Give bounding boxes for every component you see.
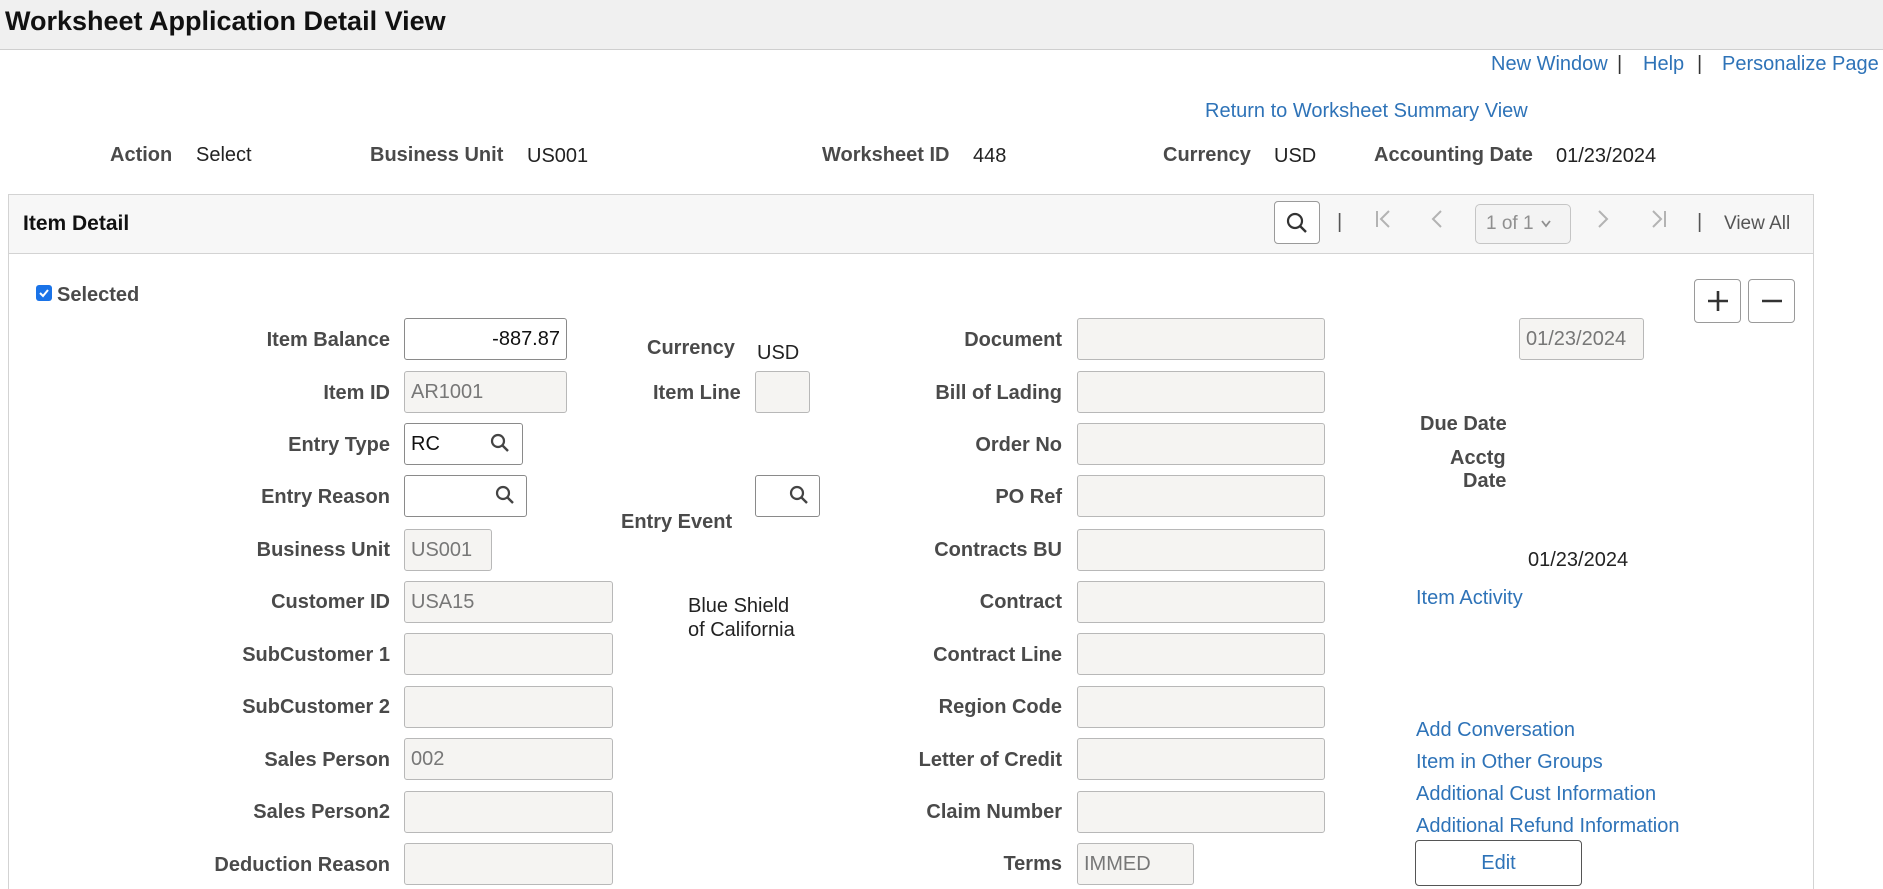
remove-row-button[interactable] (1748, 279, 1795, 323)
item-activity-link[interactable]: Item Activity (1416, 587, 1523, 610)
item-id-label: Item ID (323, 382, 390, 404)
letter-of-credit-field (1077, 738, 1325, 780)
plus-icon (1707, 291, 1728, 311)
accounting-date-label: Accounting Date (1374, 144, 1533, 166)
business-unit-field: US001 (404, 529, 492, 571)
deduction-reason-label: Deduction Reason (214, 854, 390, 876)
region-code-field (1077, 686, 1325, 728)
bill-of-lading-field (1077, 371, 1325, 413)
additional-cust-info-link[interactable]: Additional Cust Information (1416, 783, 1656, 806)
letter-of-credit-label: Letter of Credit (918, 749, 1062, 771)
chevron-down-icon (1540, 220, 1551, 228)
accounting-date-value: 01/23/2024 (1556, 145, 1657, 167)
deduction-reason-field (404, 843, 613, 885)
link-separator: | (1697, 53, 1703, 75)
business-unit-label: Business Unit (370, 144, 504, 166)
action-label: Action (110, 144, 173, 166)
order-no-label: Order No (975, 434, 1062, 456)
additional-refund-info-link[interactable]: Additional Refund Information (1416, 815, 1680, 838)
terms-field: IMMED (1077, 843, 1194, 885)
customer-id-label: Customer ID (271, 591, 390, 613)
acctg-date-label-line2: Date (1463, 470, 1507, 492)
terms-label: Terms (1003, 853, 1062, 875)
page-select[interactable]: 1 of 1 (1475, 204, 1571, 244)
add-row-button[interactable] (1694, 279, 1741, 323)
currency-label: Currency (1163, 144, 1251, 166)
subcustomer1-field (404, 633, 613, 675)
contract-label: Contract (979, 591, 1062, 613)
customer-name-line2: of California (688, 619, 795, 641)
currency-value: USD (1274, 145, 1317, 167)
claim-number-label: Claim Number (926, 801, 1062, 823)
page-select-value: 1 of 1 (1486, 213, 1534, 234)
action-value: Select (196, 144, 252, 166)
checkmark-icon (39, 289, 49, 298)
item-currency-value: USD (757, 342, 800, 364)
bill-of-lading-label: Bill of Lading (935, 382, 1062, 404)
claim-number-field (1077, 791, 1325, 833)
contract-line-label: Contract Line (933, 644, 1062, 666)
acctg-date-value: 01/23/2024 (1528, 549, 1629, 571)
contract-field (1077, 581, 1325, 623)
previous-page-icon[interactable] (1430, 208, 1444, 236)
selected-checkbox[interactable] (36, 285, 52, 301)
item-detail-title: Item Detail (23, 212, 130, 235)
pager-separator: | (1697, 211, 1703, 233)
document-field (1077, 318, 1325, 360)
item-line-label: Item Line (653, 382, 741, 404)
worksheet-id-label: Worksheet ID (822, 144, 950, 166)
subcustomer1-label: SubCustomer 1 (242, 644, 390, 666)
add-conversation-link[interactable]: Add Conversation (1416, 719, 1575, 742)
pager-separator: | (1337, 211, 1343, 233)
page-title: Worksheet Application Detail View (5, 6, 446, 36)
entry-reason-label: Entry Reason (261, 486, 390, 508)
search-button[interactable] (1274, 201, 1320, 244)
first-page-icon[interactable] (1374, 208, 1394, 236)
po-ref-label: PO Ref (995, 486, 1062, 508)
po-ref-field (1077, 475, 1325, 517)
next-page-icon[interactable] (1596, 208, 1610, 236)
entry-event-label: Entry Event (621, 511, 733, 533)
business-unit-field-label: Business Unit (256, 539, 390, 561)
due-date-label: Due Date (1420, 413, 1507, 435)
personalize-page-link[interactable]: Personalize Page (1722, 53, 1879, 76)
contracts-bu-field (1077, 529, 1325, 571)
customer-id-field: USA15 (404, 581, 613, 623)
item-balance-input[interactable]: -887.87 (404, 318, 567, 360)
link-separator: | (1617, 53, 1623, 75)
sales-person2-field (404, 791, 613, 833)
contract-line-field (1077, 633, 1325, 675)
minus-icon (1761, 299, 1782, 303)
entry-type-label: Entry Type (288, 434, 390, 456)
item-id-field: AR1001 (404, 371, 567, 413)
item-balance-label: Item Balance (266, 329, 390, 351)
search-icon (1286, 212, 1307, 233)
contracts-bu-label: Contracts BU (934, 539, 1062, 561)
view-all-link[interactable]: View All (1724, 213, 1790, 235)
sales-person2-label: Sales Person2 (253, 801, 390, 823)
business-unit-value: US001 (527, 145, 589, 167)
order-no-field (1077, 423, 1325, 465)
selected-label: Selected (57, 284, 140, 306)
last-page-icon[interactable] (1648, 208, 1668, 236)
entry-reason-lookup-icon[interactable] (494, 484, 516, 512)
new-window-link[interactable]: New Window (1491, 53, 1608, 76)
item-currency-label: Currency (647, 337, 735, 359)
document-label: Document (964, 329, 1062, 351)
subcustomer2-label: SubCustomer 2 (242, 696, 390, 718)
worksheet-id-value: 448 (973, 145, 1007, 167)
customer-name-line1: Blue Shield (688, 595, 790, 617)
return-to-summary-link[interactable]: Return to Worksheet Summary View (1205, 100, 1528, 123)
acctg-date-label-line1: Acctg (1450, 447, 1506, 469)
sales-person-field: 002 (404, 738, 613, 780)
entry-type-value: RC (411, 432, 440, 455)
sales-person-label: Sales Person (264, 749, 390, 771)
edit-button[interactable]: Edit (1415, 840, 1582, 886)
help-link[interactable]: Help (1643, 53, 1684, 76)
region-code-label: Region Code (938, 696, 1062, 718)
subcustomer2-field (404, 686, 613, 728)
entry-type-lookup-icon[interactable] (489, 432, 511, 460)
item-other-groups-link[interactable]: Item in Other Groups (1416, 751, 1603, 774)
due-date-field: 01/23/2024 (1519, 318, 1644, 360)
